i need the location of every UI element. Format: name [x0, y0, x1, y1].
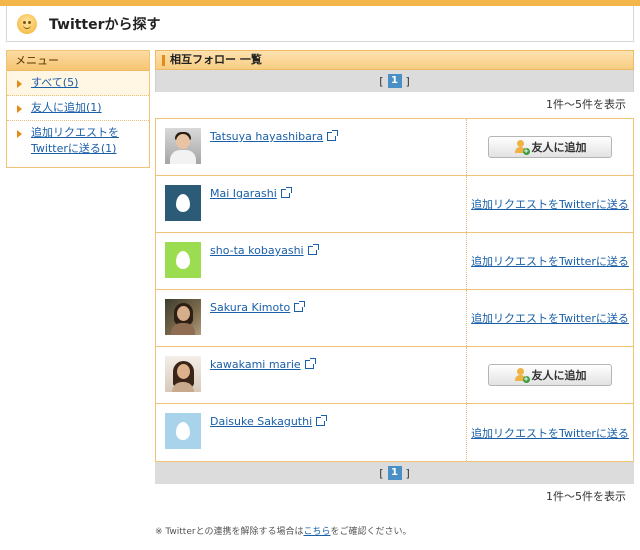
friend-name-link[interactable]: kawakami marie — [210, 358, 301, 371]
friend-name-link[interactable]: sho-ta kobayashi — [210, 244, 304, 257]
avatar[interactable] — [165, 299, 201, 335]
friend-row: Mai Igarashi 追加リクエストをTwitterに送る — [156, 176, 633, 233]
add-user-icon: + — [514, 140, 530, 155]
avatar[interactable] — [165, 128, 201, 164]
default-egg-icon — [176, 251, 190, 269]
sidebar-link-line2: Twitterに送る(1) — [31, 142, 117, 155]
arrow-right-icon — [17, 80, 22, 88]
send-request-link[interactable]: 追加リクエストをTwitterに送る — [471, 253, 629, 269]
sidebar-link-send-request[interactable]: 追加リクエストを Twitterに送る(1) — [31, 126, 119, 155]
pager-top: [ 1 ] — [155, 70, 634, 92]
avatar[interactable] — [165, 356, 201, 392]
pager-open-bracket: [ — [379, 74, 384, 88]
footer-note: ※ Twitterとの連携を解除する場合はこちらをご確認ください。 — [155, 524, 412, 537]
sidebar-link-all[interactable]: すべて(5) — [31, 76, 78, 89]
sidebar-link-line1: 追加リクエストを — [31, 126, 119, 139]
section-title: 相互フォロー 一覧 — [155, 50, 634, 70]
add-friend-button-label: 友人に追加 — [531, 141, 587, 154]
send-request-link[interactable]: 追加リクエストをTwitterに送る — [471, 310, 629, 326]
sidebar-heading: メニュー — [7, 51, 149, 71]
page-number-current[interactable]: 1 — [387, 466, 402, 480]
friend-row: Tatsuya hayashibara + 友人に追加 — [156, 119, 633, 176]
external-link-icon[interactable] — [307, 244, 319, 255]
external-link-icon[interactable] — [316, 415, 328, 426]
sidebar-link-add-friend[interactable]: 友人に追加(1) — [31, 101, 102, 114]
page-title: Twitterから探す — [49, 16, 161, 33]
avatar[interactable] — [165, 185, 201, 221]
page-header: Twitterから探す — [6, 6, 634, 42]
external-link-icon[interactable] — [327, 130, 339, 141]
footer-note-after: をご確認ください。 — [330, 527, 412, 537]
default-egg-icon — [176, 194, 190, 212]
friend-name-link[interactable]: Sakura Kimoto — [210, 301, 290, 314]
main-content: 相互フォロー 一覧 [ 1 ] 1件～5件を表示 Tatsuya hayashi… — [155, 50, 634, 510]
friend-name-link[interactable]: Daisuke Sakaguthi — [210, 415, 312, 428]
sidebar-item-add-friend: 友人に追加(1) — [7, 96, 149, 121]
page-number-current[interactable]: 1 — [387, 74, 402, 88]
sidebar-menu: メニュー すべて(5) 友人に追加(1) 追加リクエストを Twitterに送る(… — [6, 50, 150, 168]
friend-row: Daisuke Sakaguthi 追加リクエストをTwitterに送る — [156, 404, 633, 461]
send-request-link[interactable]: 追加リクエストをTwitterに送る — [471, 425, 629, 441]
friend-name-link[interactable]: Mai Igarashi — [210, 187, 277, 200]
add-friend-button[interactable]: + 友人に追加 — [488, 136, 612, 158]
avatar[interactable] — [165, 413, 201, 449]
send-request-link[interactable]: 追加リクエストをTwitterに送る — [471, 196, 629, 212]
pager-close-bracket: ] — [405, 74, 410, 88]
pager-bottom: [ 1 ] — [155, 462, 634, 484]
avatar[interactable] — [165, 242, 201, 278]
add-user-icon: + — [514, 368, 530, 383]
arrow-right-icon — [17, 105, 22, 113]
pager-close-bracket: ] — [405, 466, 410, 480]
footer-note-before: ※ Twitterとの連携を解除する場合は — [155, 527, 304, 537]
friend-row: sho-ta kobayashi 追加リクエストをTwitterに送る — [156, 233, 633, 290]
friend-row: kawakami marie + 友人に追加 — [156, 347, 633, 404]
default-egg-icon — [176, 422, 190, 440]
friend-name-link[interactable]: Tatsuya hayashibara — [210, 130, 323, 143]
friend-list: Tatsuya hayashibara + 友人に追加 Mai Igarashi… — [155, 118, 634, 462]
external-link-icon[interactable] — [280, 187, 292, 198]
footer-note-link[interactable]: こちら — [303, 527, 330, 537]
external-link-icon[interactable] — [294, 301, 306, 312]
sidebar-item-all: すべて(5) — [7, 71, 149, 96]
smiley-icon — [17, 13, 37, 34]
result-count: 1件～5件を表示 — [546, 490, 626, 503]
pager-open-bracket: [ — [379, 466, 384, 480]
arrow-right-icon — [17, 130, 22, 138]
add-friend-button[interactable]: + 友人に追加 — [488, 364, 612, 386]
add-friend-button-label: 友人に追加 — [531, 369, 587, 382]
friend-row: Sakura Kimoto 追加リクエストをTwitterに送る — [156, 290, 633, 347]
sidebar-item-send-request: 追加リクエストを Twitterに送る(1) — [7, 121, 149, 161]
result-count: 1件～5件を表示 — [546, 98, 626, 111]
external-link-icon[interactable] — [304, 358, 316, 369]
